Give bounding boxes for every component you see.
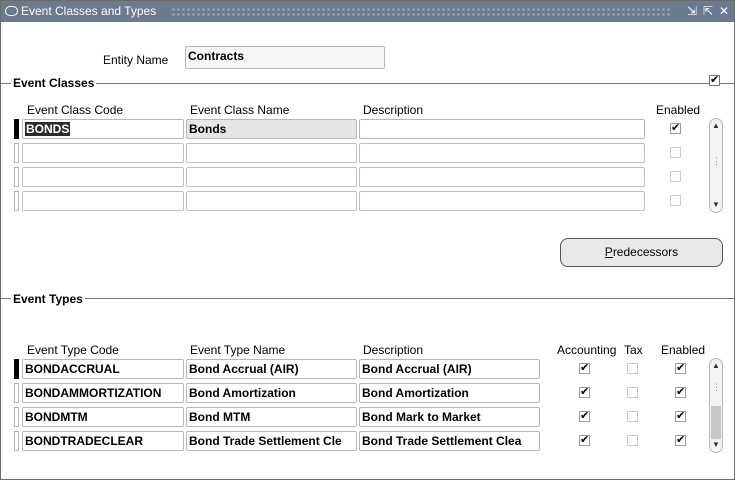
event-type-enabled-header: Enabled: [661, 343, 706, 357]
title-bar-texture: [171, 7, 671, 16]
title-bar: Event Classes and Types ⇲ ⇱ ✕: [1, 1, 734, 22]
event-type-name-field[interactable]: Bond Trade Settlement Cle: [186, 431, 357, 451]
event-class-description-header: Description: [363, 103, 424, 117]
event-classes-window: Event Classes and Types ⇲ ⇱ ✕ Entity Nam…: [0, 0, 735, 480]
event-type-description-field[interactable]: Bond Accrual (AIR): [359, 359, 540, 379]
window-menu-icon[interactable]: [5, 6, 18, 16]
event-type-accounting-checkbox[interactable]: ✔: [579, 387, 590, 398]
event-types-scrollbar[interactable]: ▲ ⋮ ▼: [709, 358, 723, 453]
minimize-icon[interactable]: ⇲: [685, 4, 699, 18]
event-type-accounting-checkbox[interactable]: ✔: [579, 363, 590, 374]
scroll-grip-icon[interactable]: ⋮: [712, 383, 721, 392]
event-type-tax-checkbox[interactable]: [627, 435, 638, 446]
record-indicator[interactable]: [14, 191, 19, 211]
event-class-name-field: Bonds: [186, 119, 357, 139]
event-types-divider: [1, 298, 734, 299]
event-class-name-header: Event Class Name: [190, 103, 290, 117]
event-class-code-field[interactable]: [22, 143, 184, 163]
event-type-code-field[interactable]: BONDMTM: [22, 407, 184, 427]
maximize-icon[interactable]: ⇱: [701, 4, 715, 18]
event-class-code-field[interactable]: [22, 167, 184, 187]
event-class-description-field[interactable]: [359, 191, 645, 211]
scroll-down-icon[interactable]: ▼: [712, 201, 720, 209]
event-classes-divider: [1, 83, 734, 84]
event-class-code-value: BONDS: [25, 122, 71, 136]
record-indicator-current[interactable]: [14, 359, 19, 379]
event-type-tax-checkbox[interactable]: [627, 411, 638, 422]
event-class-enabled-checkbox[interactable]: [670, 171, 681, 182]
event-class-enabled-checkbox[interactable]: ✔: [670, 123, 681, 134]
event-type-name-field[interactable]: Bond MTM: [186, 407, 357, 427]
event-class-enabled-header: Enabled: [656, 103, 701, 117]
event-type-code-field[interactable]: BONDAMMORTIZATION: [22, 383, 184, 403]
entity-name-field[interactable]: Contracts: [185, 46, 385, 69]
record-indicator[interactable]: [14, 407, 19, 427]
event-type-tax-checkbox[interactable]: [627, 387, 638, 398]
event-type-description-field[interactable]: Bond Amortization: [359, 383, 540, 403]
predecessors-mnemonic: P: [604, 245, 613, 259]
record-indicator[interactable]: [14, 167, 19, 187]
window-title: Event Classes and Types: [21, 4, 157, 18]
event-type-enabled-checkbox[interactable]: ✔: [675, 411, 686, 422]
record-indicator[interactable]: [14, 143, 19, 163]
event-type-code-field[interactable]: BONDTRADECLEAR: [22, 431, 184, 451]
event-class-code-field[interactable]: BONDS: [22, 119, 184, 139]
event-classes-scrollbar[interactable]: ▲ ⋮ ▼: [709, 118, 723, 213]
event-class-description-field[interactable]: [359, 167, 645, 187]
event-classes-section-checkbox[interactable]: ✔: [709, 75, 720, 86]
scroll-up-icon[interactable]: ▲: [712, 122, 720, 130]
record-indicator[interactable]: [14, 431, 19, 451]
event-class-code-header: Event Class Code: [27, 103, 124, 117]
record-indicator[interactable]: [14, 383, 19, 403]
event-class-name-field: [186, 191, 357, 211]
event-type-description-header: Description: [363, 343, 424, 357]
event-type-name-header: Event Type Name: [190, 343, 286, 357]
scroll-down-icon[interactable]: ▼: [712, 441, 720, 449]
event-type-name-field[interactable]: Bond Accrual (AIR): [186, 359, 357, 379]
event-type-code-header: Event Type Code: [27, 343, 119, 357]
predecessors-label: redecessors: [612, 245, 679, 259]
event-type-name-field[interactable]: Bond Amortization: [186, 383, 357, 403]
event-type-enabled-checkbox[interactable]: ✔: [675, 363, 686, 374]
record-indicator-current[interactable]: [14, 119, 19, 139]
event-types-title: Event Types: [11, 292, 85, 306]
event-type-description-field[interactable]: Bond Trade Settlement Clea: [359, 431, 540, 451]
event-type-accounting-header: Accounting: [557, 343, 617, 357]
event-class-description-field[interactable]: [359, 143, 645, 163]
event-type-tax-checkbox[interactable]: [627, 363, 638, 374]
event-class-description-field[interactable]: [359, 119, 645, 139]
entity-name-label: Entity Name: [103, 53, 169, 67]
event-class-enabled-checkbox[interactable]: [670, 195, 681, 206]
event-type-accounting-checkbox[interactable]: ✔: [579, 411, 590, 422]
event-classes-title: Event Classes: [11, 76, 97, 90]
event-type-accounting-checkbox[interactable]: ✔: [579, 435, 590, 446]
event-class-code-field[interactable]: [22, 191, 184, 211]
event-class-enabled-checkbox[interactable]: [670, 147, 681, 158]
scroll-up-icon[interactable]: ▲: [712, 362, 720, 370]
event-type-description-field[interactable]: Bond Mark to Market: [359, 407, 540, 427]
scroll-grip-icon[interactable]: ⋮: [712, 157, 721, 166]
event-type-code-field[interactable]: BONDACCRUAL: [22, 359, 184, 379]
event-type-enabled-checkbox[interactable]: ✔: [675, 435, 686, 446]
predecessors-button[interactable]: Predecessors: [560, 238, 723, 267]
event-type-enabled-checkbox[interactable]: ✔: [675, 387, 686, 398]
event-class-name-field: [186, 143, 357, 163]
close-icon[interactable]: ✕: [717, 4, 731, 18]
event-type-tax-header: Tax: [624, 343, 643, 357]
event-class-name-field: [186, 167, 357, 187]
scroll-thumb[interactable]: [711, 406, 721, 439]
